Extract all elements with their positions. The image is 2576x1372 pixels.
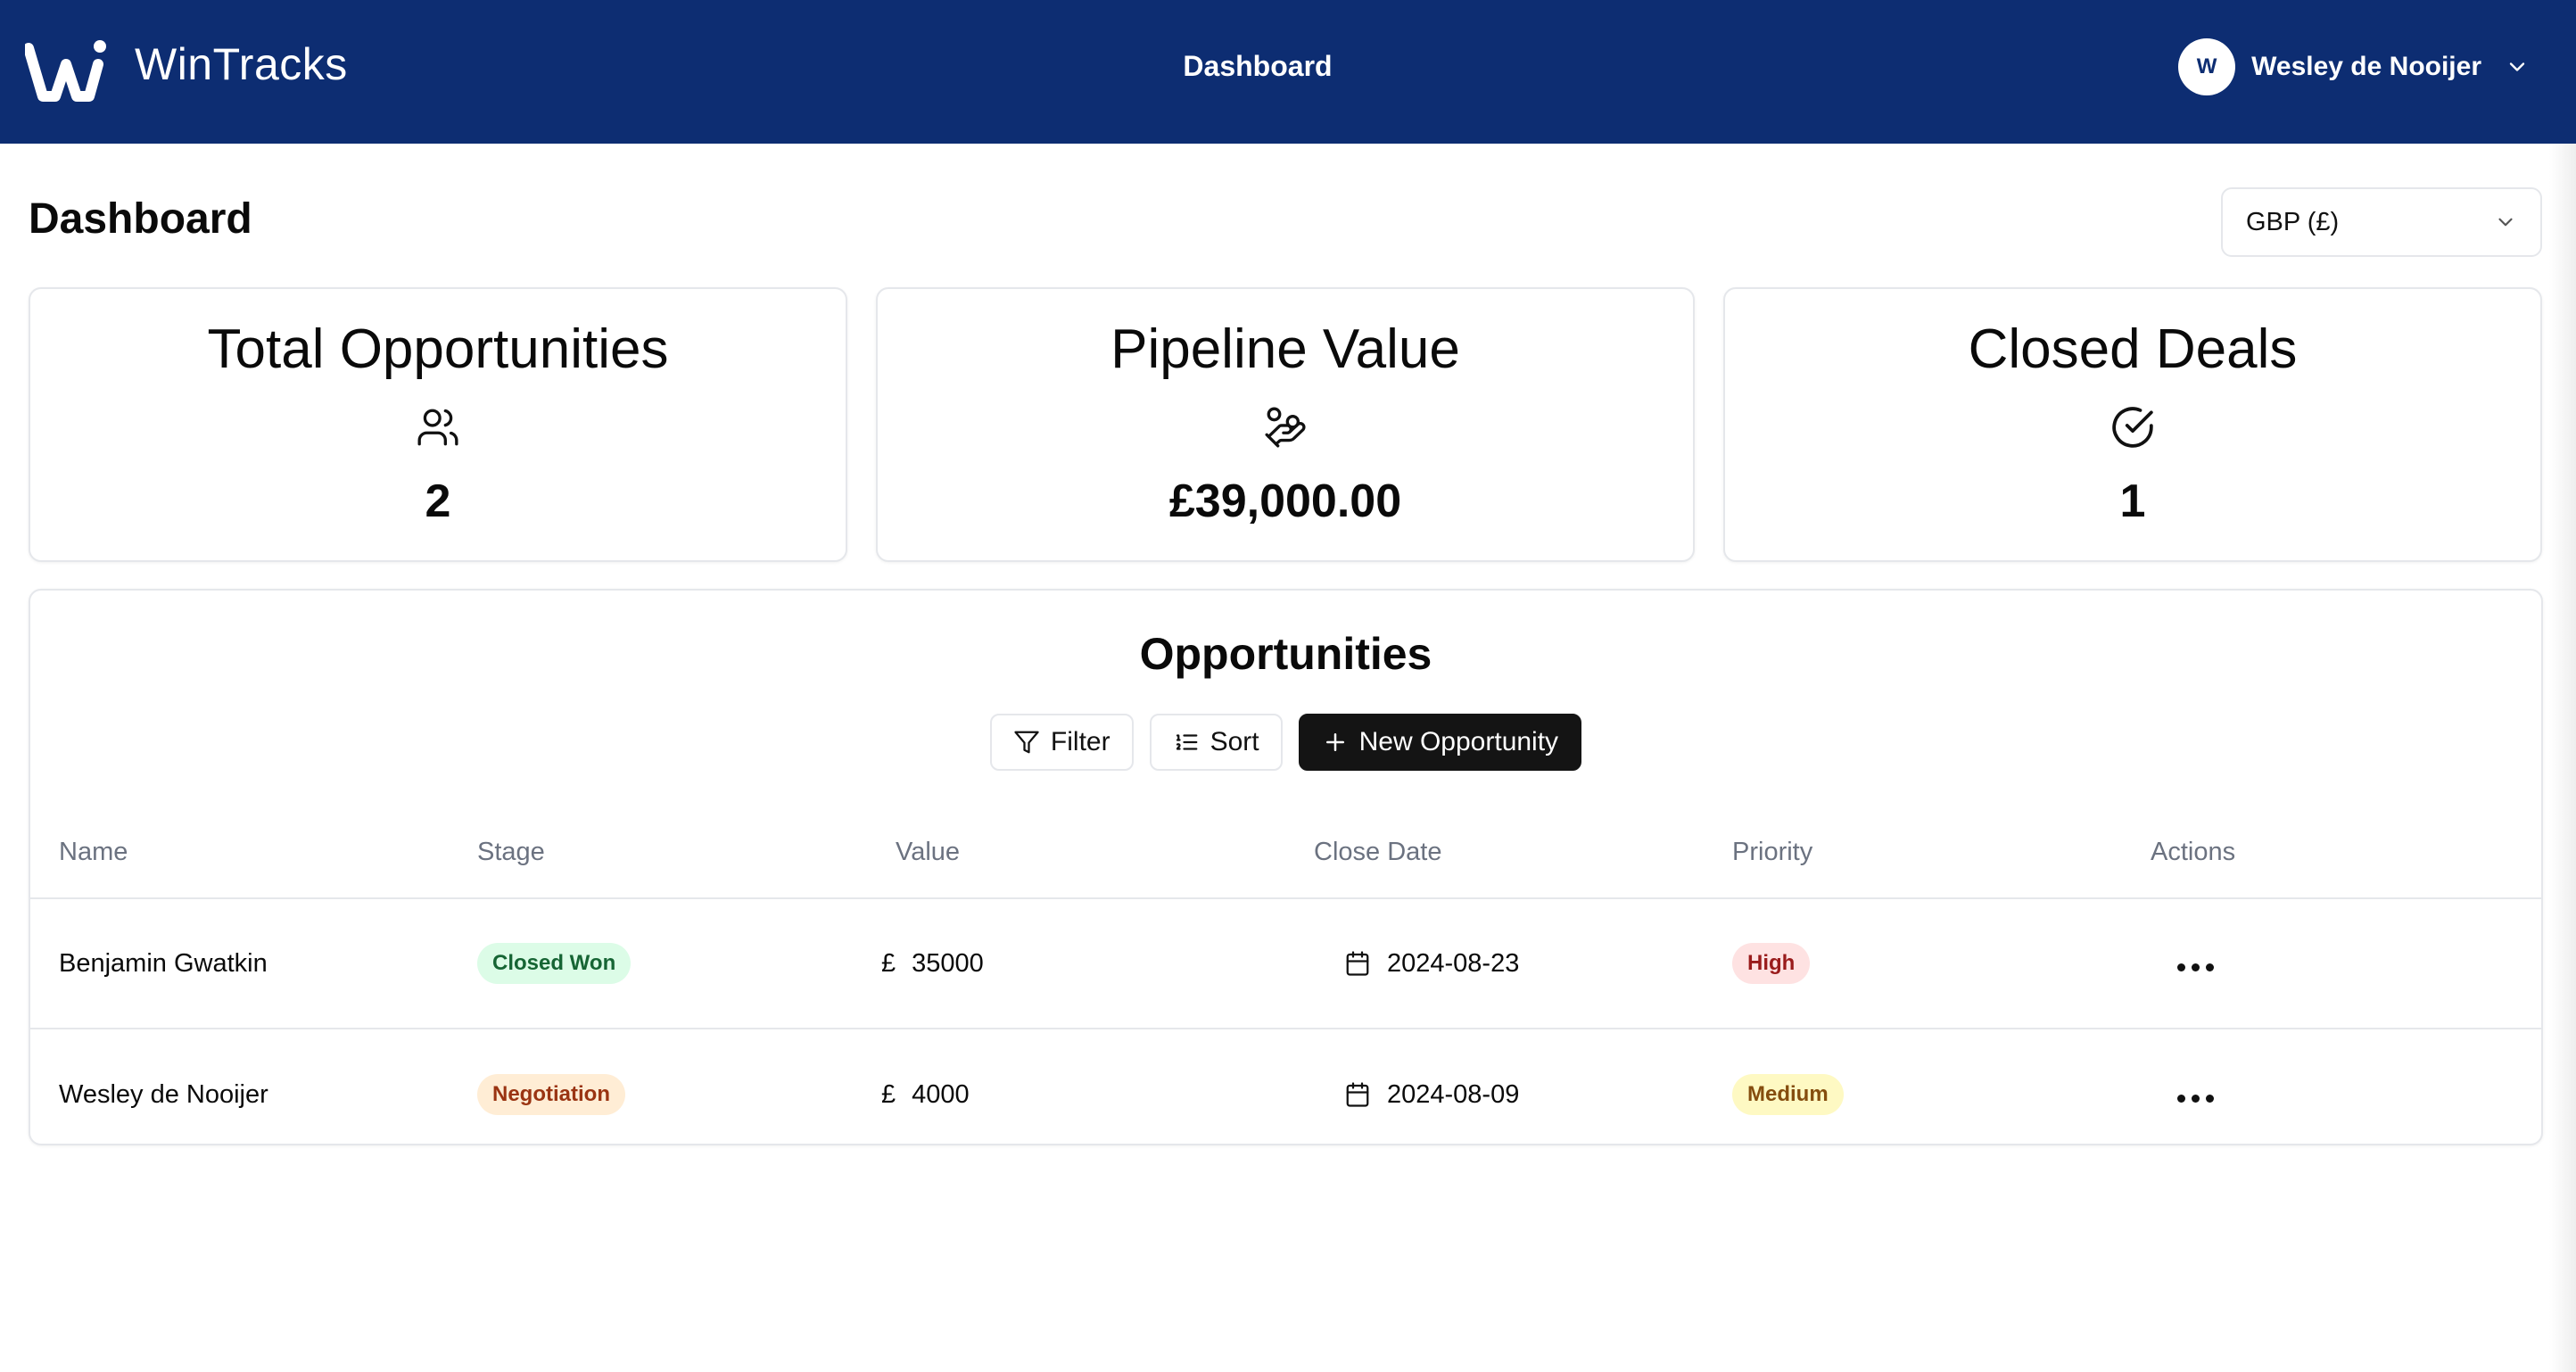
currency-select[interactable]: GBP (£) (2221, 187, 2542, 257)
wintracks-logo-icon[interactable] (25, 37, 107, 102)
more-actions-icon[interactable] (2170, 956, 2221, 979)
sort-button[interactable]: Sort (1149, 714, 1283, 771)
top-navigation-bar: WinTracks Dashboard W Wesley de Nooijer (0, 0, 2576, 144)
currency-selected-value: GBP (£) (2246, 207, 2340, 236)
column-header-close-date[interactable]: Close Date (1285, 838, 1704, 867)
new-opportunity-button[interactable]: New Opportunity (1298, 714, 1582, 771)
opportunities-title: Opportunities (1139, 629, 1432, 679)
new-opportunity-label: New Opportunity (1358, 727, 1559, 756)
column-header-actions: Actions (2151, 837, 2236, 866)
priority-badge: Medium (1732, 1074, 1844, 1115)
close-date: 2024-08-23 (1387, 948, 1520, 978)
column-header-value[interactable]: Value (867, 838, 1285, 867)
table-row[interactable]: Benjamin Gwatkin Closed Won £ 35000 2024… (30, 899, 2541, 1029)
calendar-icon (1346, 1082, 1369, 1107)
column-header-stage[interactable]: Stage (449, 838, 867, 867)
stat-value: 2 (425, 475, 451, 527)
column-header-name[interactable]: Name (30, 838, 449, 867)
list-ordered-icon (1176, 734, 1197, 750)
opportunities-panel: Opportunities Filter Sort New Opportunit… (29, 589, 2543, 1145)
priority-badge: High (1732, 943, 1811, 984)
filter-button-label: Filter (1050, 727, 1110, 756)
user-menu[interactable]: W Wesley de Nooijer (2178, 37, 2530, 96)
stat-value: 1 (2119, 475, 2146, 527)
opportunity-name: Benjamin Gwatkin (59, 948, 268, 978)
hand-coins-icon (1265, 407, 1306, 448)
stat-card-closed-deals: Closed Deals 1 (1723, 287, 2542, 562)
opportunity-value: 4000 (912, 1079, 970, 1109)
filter-icon (1014, 731, 1039, 754)
stat-value: £39,000.00 (1168, 475, 1402, 527)
column-header-priority[interactable]: Priority (1704, 838, 2122, 867)
opportunities-table: Name Stage Value Close Date Priority Act… (30, 806, 2541, 1144)
opportunity-value: 35000 (912, 948, 984, 978)
chevron-down-icon (2498, 218, 2513, 227)
stage-badge: Negotiation (477, 1074, 625, 1115)
calendar-icon (1346, 951, 1369, 976)
user-name: Wesley de Nooijer (2251, 52, 2481, 81)
table-row[interactable]: Wesley de Nooijer Negotiation £ 4000 202… (30, 1029, 2541, 1144)
opportunities-toolbar: Filter Sort New Opportunity (30, 714, 2541, 771)
avatar: W (2178, 38, 2236, 95)
stat-card-pipeline-value: Pipeline Value £39,000.00 (876, 287, 1695, 562)
stat-title: Total Opportunities (207, 318, 669, 380)
stage-badge: Closed Won (477, 943, 632, 984)
currency-symbol: £ (881, 948, 896, 978)
filter-button[interactable]: Filter (989, 714, 1134, 771)
chevron-down-icon (2509, 62, 2525, 71)
window-edge-shadow (2549, 144, 2576, 1372)
currency-symbol: £ (881, 1079, 896, 1109)
page-title: Dashboard (29, 195, 252, 243)
opportunity-name: Wesley de Nooijer (59, 1079, 268, 1109)
table-header-row: Name Stage Value Close Date Priority Act… (30, 806, 2541, 899)
header-page-title: Dashboard (1183, 50, 1333, 82)
close-date: 2024-08-09 (1387, 1079, 1520, 1109)
more-actions-icon[interactable] (2170, 1087, 2221, 1110)
stat-card-total-opportunities: Total Opportunities 2 (29, 287, 847, 562)
stat-title: Pipeline Value (1110, 318, 1460, 380)
sort-button-label: Sort (1210, 727, 1259, 756)
stat-title: Closed Deals (1968, 318, 2298, 380)
check-circle-icon (2112, 407, 2153, 448)
plus-icon (1325, 733, 1344, 751)
users-icon (417, 409, 458, 446)
brand-name[interactable]: WinTracks (135, 38, 348, 90)
